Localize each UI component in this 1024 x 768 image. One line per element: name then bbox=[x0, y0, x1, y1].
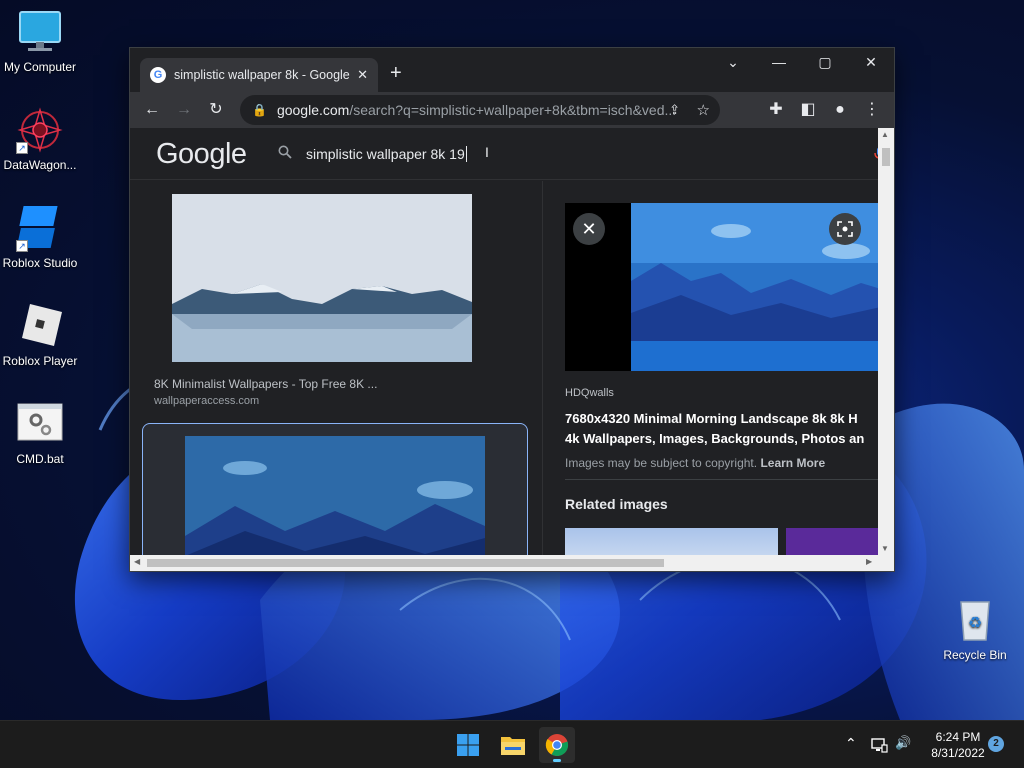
divider bbox=[565, 479, 878, 480]
scroll-right-arrow-icon[interactable]: ▶ bbox=[866, 557, 872, 566]
preview-title-line-1: 7680x4320 Minimal Morning Landscape 8k 8… bbox=[565, 411, 858, 426]
search-icon bbox=[278, 145, 292, 164]
title-bar[interactable]: G simplistic wallpaper 8k - Google ✕ + ⌄… bbox=[130, 48, 894, 92]
side-panel-icon[interactable]: ◧ bbox=[798, 100, 818, 120]
close-window-button[interactable]: ✕ bbox=[855, 54, 887, 71]
related-image-1[interactable] bbox=[565, 528, 778, 555]
chrome-menu-icon[interactable]: ⋮ bbox=[862, 100, 882, 120]
network-icon[interactable] bbox=[870, 737, 888, 768]
desktop-icon-roblox-studio[interactable]: ↗ Roblox Studio bbox=[0, 204, 80, 270]
svg-text:♻: ♻ bbox=[968, 613, 982, 632]
desktop-icon-datawagon[interactable]: ↗ DataWagon... bbox=[0, 106, 80, 172]
shortcut-arrow-icon: ↗ bbox=[16, 240, 28, 252]
lock-icon: 🔒 bbox=[252, 103, 267, 117]
maximize-button[interactable]: ▢ bbox=[809, 54, 841, 71]
minimize-button[interactable]: — bbox=[763, 54, 795, 70]
preview-image[interactable]: ✕ bbox=[565, 203, 878, 371]
related-image-2[interactable] bbox=[786, 528, 878, 555]
roblox-studio-icon: ↗ bbox=[16, 204, 64, 252]
desktop-icon-label: DataWagon... bbox=[3, 158, 77, 172]
scroll-thumb[interactable] bbox=[147, 559, 664, 567]
preview-source[interactable]: HDQwalls bbox=[565, 387, 614, 399]
result-title[interactable]: 8K Minimalist Wallpapers - Top Free 8K .… bbox=[154, 377, 377, 391]
desktop-icon-my-computer[interactable]: My Computer bbox=[0, 8, 80, 74]
image-preview-panel: ✕ HDQwalls 7680x4320 Minimal Morning Lan… bbox=[542, 181, 878, 555]
batch-file-icon bbox=[16, 400, 64, 448]
chrome-taskbar-button[interactable] bbox=[539, 727, 575, 763]
close-preview-button[interactable]: ✕ bbox=[573, 213, 605, 245]
desktop-icon-label: Recycle Bin bbox=[943, 648, 1007, 662]
share-icon[interactable]: ⇪ bbox=[669, 102, 680, 118]
copyright-text: Images may be subject to copyright. bbox=[565, 456, 758, 470]
search-input[interactable]: simplistic wallpaper 8k 19 bbox=[306, 146, 465, 162]
preview-title-line-2: 4k Wallpapers, Images, Backgrounds, Phot… bbox=[565, 431, 865, 446]
chrome-window[interactable]: G simplistic wallpaper 8k - Google ✕ + ⌄… bbox=[129, 47, 895, 572]
desktop-icon-recycle-bin[interactable]: ♻ Recycle Bin bbox=[935, 596, 1015, 662]
ibeam-cursor-icon: I bbox=[485, 144, 489, 160]
mandala-icon: ↗ bbox=[16, 106, 64, 154]
clock-time: 6:24 PM bbox=[935, 730, 981, 744]
search-box[interactable]: simplistic wallpaper 8k 19 I bbox=[266, 134, 878, 174]
forward-button[interactable]: → bbox=[174, 100, 194, 120]
notification-badge[interactable]: 2 bbox=[988, 736, 1004, 752]
extensions-icon[interactable]: ✚ bbox=[766, 100, 786, 120]
tab-title: simplistic wallpaper 8k - Google bbox=[174, 68, 350, 82]
scroll-left-arrow-icon[interactable]: ◀ bbox=[134, 557, 140, 566]
clock-date: 8/31/2022 bbox=[931, 746, 985, 760]
reload-button[interactable]: ↻ bbox=[206, 100, 226, 120]
google-favicon-icon: G bbox=[150, 67, 166, 83]
image-results-grid: 8K Minimalist Wallpapers - Top Free 8K .… bbox=[130, 181, 540, 555]
back-button[interactable]: ← bbox=[142, 100, 162, 120]
bookmark-star-icon[interactable]: ☆ bbox=[697, 101, 710, 119]
folder-icon bbox=[501, 737, 525, 755]
result-source[interactable]: wallpaperaccess.com bbox=[154, 395, 259, 407]
desktop-icon-label: CMD.bat bbox=[16, 452, 64, 466]
chrome-icon bbox=[545, 734, 569, 757]
system-clock[interactable]: 6:24 PM 8/31/2022 bbox=[920, 729, 996, 761]
show-hidden-icons-button[interactable]: ⌃ bbox=[845, 735, 857, 768]
url-host: google.com bbox=[276, 102, 350, 118]
tab-close-button[interactable]: ✕ bbox=[357, 67, 368, 83]
browser-toolbar: ← → ↻ 🔒 google.com /search?q=simplistic+… bbox=[130, 92, 894, 128]
scroll-thumb[interactable] bbox=[882, 148, 890, 166]
monitor-icon bbox=[16, 8, 64, 56]
new-tab-button[interactable]: + bbox=[390, 63, 402, 83]
result-thumbnail-1[interactable] bbox=[172, 194, 472, 362]
desktop-icon-label: Roblox Studio bbox=[2, 256, 78, 270]
related-images-heading: Related images bbox=[565, 496, 668, 512]
result-thumbnail-2[interactable] bbox=[185, 436, 485, 555]
lens-search-icon[interactable] bbox=[829, 213, 861, 245]
url-path: /search?q=simplistic+wallpaper+8k&tbm=is… bbox=[349, 102, 677, 118]
learn-more-link[interactable]: Learn More bbox=[760, 456, 825, 470]
taskbar: ⌃ 🔊 6:24 PM 8/31/2022 bbox=[0, 720, 1024, 768]
copyright-notice: Images may be subject to copyright. Lear… bbox=[565, 456, 825, 470]
address-bar[interactable]: 🔒 google.com /search?q=simplistic+wallpa… bbox=[240, 95, 720, 125]
desktop-icon-label: Roblox Player bbox=[2, 354, 78, 368]
start-button[interactable] bbox=[450, 727, 486, 763]
scroll-up-arrow-icon[interactable]: ▲ bbox=[881, 130, 889, 139]
recycle-bin-icon: ♻ bbox=[951, 596, 999, 644]
profile-icon[interactable]: ● bbox=[830, 100, 850, 120]
roblox-player-icon bbox=[16, 302, 64, 350]
volume-icon[interactable]: 🔊 bbox=[895, 735, 911, 768]
google-header: Google simplistic wallpaper 8k 19 I bbox=[130, 128, 878, 180]
windows-logo-icon bbox=[457, 734, 479, 756]
page-content: Google simplistic wallpaper 8k 19 I 8K M… bbox=[130, 128, 878, 555]
desktop-icon-cmd-bat[interactable]: CMD.bat bbox=[0, 400, 80, 466]
vertical-scrollbar[interactable]: ▲ ▼ bbox=[878, 128, 894, 555]
horizontal-scrollbar[interactable]: ◀ ▶ bbox=[130, 555, 894, 571]
google-logo[interactable]: Google bbox=[156, 138, 247, 171]
active-indicator bbox=[553, 759, 561, 762]
preview-title[interactable]: 7680x4320 Minimal Morning Landscape 8k 8… bbox=[565, 409, 878, 449]
selected-result-card[interactable] bbox=[142, 423, 528, 555]
shortcut-arrow-icon: ↗ bbox=[16, 142, 28, 154]
text-cursor bbox=[465, 146, 467, 162]
scroll-down-arrow-icon[interactable]: ▼ bbox=[881, 544, 889, 553]
file-explorer-button[interactable] bbox=[495, 727, 531, 763]
tab-search-button[interactable]: ⌄ bbox=[717, 54, 749, 71]
desktop-icon-roblox-player[interactable]: Roblox Player bbox=[0, 302, 80, 368]
tab-google-search[interactable]: G simplistic wallpaper 8k - Google ✕ bbox=[140, 58, 378, 92]
desktop-icon-label: My Computer bbox=[3, 60, 77, 74]
